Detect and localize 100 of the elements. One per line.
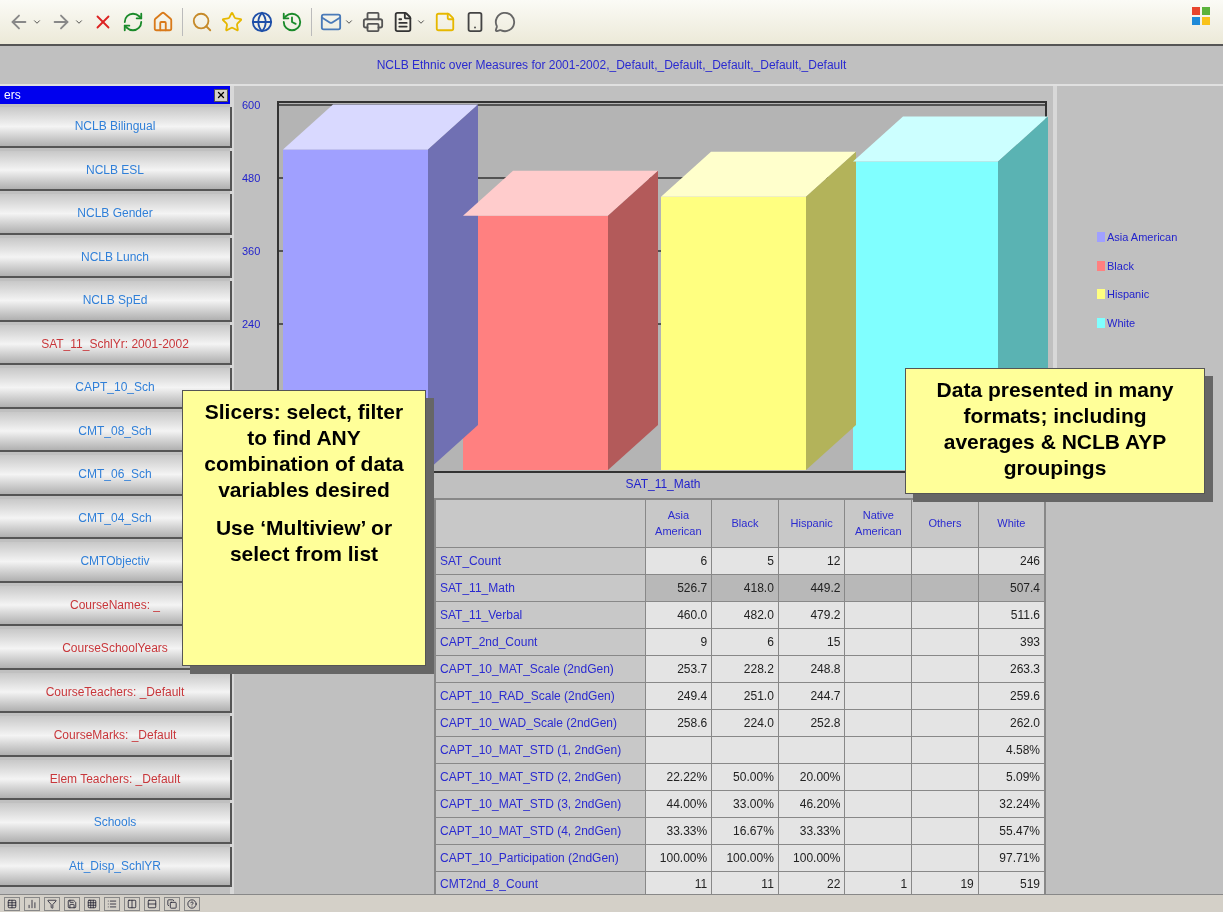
- table-cell: [911, 601, 979, 628]
- table-row[interactable]: CAPT_10_MAT_STD (2, 2ndGen) 22.22% 50.00% 20.00% 5.09%: [435, 763, 1045, 790]
- table-cell: 12: [778, 547, 845, 574]
- slicer-button[interactable]: SAT_11_SchlYr: 2001-2002: [0, 324, 232, 365]
- row-header: CAPT_10_MAT_STD (3, 2ndGen): [435, 790, 645, 817]
- category-label: SAT_11_Math: [625, 477, 701, 491]
- table-cell: 100.00%: [778, 844, 845, 871]
- table-cell: 22.22%: [645, 763, 712, 790]
- table-cell: 393: [978, 628, 1045, 655]
- table-cell: [844, 682, 912, 709]
- table-row[interactable]: SAT_11_Math 526.7 418.0 449.2 507.4: [435, 574, 1045, 601]
- table-cell: 418.0: [711, 574, 779, 601]
- table-row[interactable]: SAT_Count 6 5 12 246: [435, 547, 1045, 574]
- table-cell: [711, 736, 779, 763]
- table-cell: [844, 655, 912, 682]
- table-cell: [844, 844, 912, 871]
- table-cell: 5.09%: [978, 763, 1045, 790]
- table-cell: 100.00%: [711, 844, 779, 871]
- table-cell: 46.20%: [778, 790, 845, 817]
- slicer-button[interactable]: NCLB Bilingual: [0, 107, 232, 148]
- toolbar-button[interactable]: [84, 896, 100, 911]
- table-cell: 460.0: [645, 601, 712, 628]
- row-header: CAPT_10_MAT_Scale (2ndGen): [435, 655, 645, 682]
- table-cell: 100.00%: [645, 844, 712, 871]
- slicer-button[interactable]: Att_Disp_SchlYR: [0, 846, 232, 887]
- slicer-button[interactable]: NCLB SpEd: [0, 281, 232, 322]
- table-cell: 9: [645, 628, 712, 655]
- table-cell: [911, 736, 979, 763]
- table-row[interactable]: CAPT_10_MAT_STD (4, 2ndGen) 33.33% 16.67% 33.33% 55.47%: [435, 817, 1045, 844]
- row-header: CAPT_10_RAD_Scale (2ndGen): [435, 682, 645, 709]
- note-icon: [434, 11, 456, 33]
- column-header: Native American: [844, 499, 912, 547]
- table-cell: 20.00%: [778, 763, 845, 790]
- table-row[interactable]: CAPT_10_MAT_STD (3, 2ndGen) 44.00% 33.00% 46.20% 32.24%: [435, 790, 1045, 817]
- table-cell: 4.58%: [978, 736, 1045, 763]
- table-cell: [844, 547, 912, 574]
- table-row[interactable]: CAPT_10_MAT_Scale (2ndGen) 253.7 228.2 248.8 263.3: [435, 655, 1045, 682]
- table-cell: 6: [711, 628, 779, 655]
- table-cell: 44.00%: [645, 790, 712, 817]
- toolbar-button[interactable]: [164, 896, 180, 911]
- table-cell: [844, 709, 912, 736]
- media-icon: [251, 11, 273, 33]
- table-cell: 253.7: [645, 655, 712, 682]
- discuss-icon: [494, 11, 516, 33]
- table-cell: 15: [778, 628, 845, 655]
- legend-label: Black: [1107, 258, 1134, 274]
- toolbar-button[interactable]: [64, 896, 80, 911]
- column-header: Others: [911, 499, 979, 547]
- table-cell: [911, 709, 979, 736]
- close-button[interactable]: [214, 88, 228, 102]
- row-header: SAT_Count: [435, 547, 645, 574]
- table-cell: 482.0: [711, 601, 779, 628]
- table-cell: 33.33%: [778, 817, 845, 844]
- tool-icon: [147, 898, 157, 909]
- table-cell: [844, 763, 912, 790]
- table-cell: [911, 655, 979, 682]
- table-cell: 259.6: [978, 682, 1045, 709]
- edit-icon: [392, 11, 414, 33]
- table-cell: [911, 763, 979, 790]
- tool-icon: [67, 898, 77, 909]
- table-row[interactable]: CAPT_10_WAD_Scale (2ndGen) 258.6 224.0 252.8 262.0: [435, 709, 1045, 736]
- table-cell: 50.00%: [711, 763, 779, 790]
- slicer-button[interactable]: Elem Teachers: _Default: [0, 759, 232, 800]
- table-row[interactable]: SAT_11_Verbal 460.0 482.0 479.2 511.6: [435, 601, 1045, 628]
- slicer-button[interactable]: NCLB Gender: [0, 194, 232, 235]
- tool-icon: [127, 898, 137, 909]
- table-cell: 449.2: [778, 574, 845, 601]
- column-header: White: [978, 499, 1045, 547]
- tool-icon: [87, 898, 97, 909]
- toolbar-button[interactable]: [184, 896, 200, 911]
- table-cell: [911, 682, 979, 709]
- windows-logo-icon: [1191, 6, 1211, 26]
- toolbar-button[interactable]: [124, 896, 140, 911]
- slicer-button[interactable]: NCLB Lunch: [0, 237, 232, 278]
- toolbar-button[interactable]: [44, 896, 60, 911]
- toolbar-button[interactable]: [4, 896, 20, 911]
- slicer-button[interactable]: CourseMarks: _Default: [0, 716, 232, 757]
- tool-icon: [107, 898, 117, 909]
- slicer-button[interactable]: Schools: [0, 803, 232, 844]
- table-cell: 248.8: [778, 655, 845, 682]
- refresh-icon: [122, 11, 144, 33]
- column-header: Black: [711, 499, 779, 547]
- table-row[interactable]: CAPT_2nd_Count 9 6 15 393: [435, 628, 1045, 655]
- table-row[interactable]: CAPT_10_MAT_STD (1, 2ndGen) 4.58%: [435, 736, 1045, 763]
- slicer-button[interactable]: CourseTeachers: _Default: [0, 672, 232, 713]
- table-cell: 224.0: [711, 709, 779, 736]
- row-header: CAPT_10_MAT_STD (2, 2ndGen): [435, 763, 645, 790]
- table-cell: 228.2: [711, 655, 779, 682]
- table-row[interactable]: CAPT_10_RAD_Scale (2ndGen) 249.4 251.0 244.7 259.6: [435, 682, 1045, 709]
- print-icon: [362, 11, 384, 33]
- row-header: CAPT_10_MAT_STD (4, 2ndGen): [435, 817, 645, 844]
- toolbar-button[interactable]: [144, 896, 160, 911]
- row-header: SAT_11_Math: [435, 574, 645, 601]
- callout-text: Data presented in many formats; including averages & NCLB AYP groupings: [935, 377, 1175, 481]
- tool-icon: [7, 898, 17, 909]
- slicer-button[interactable]: NCLB ESL: [0, 150, 232, 191]
- table-cell: [911, 574, 979, 601]
- table-row[interactable]: CAPT_10_Participation (2ndGen) 100.00% 100.00% 100.00% 97.71%: [435, 844, 1045, 871]
- table-cell: 526.7: [645, 574, 712, 601]
- mail-icon: [320, 11, 342, 33]
